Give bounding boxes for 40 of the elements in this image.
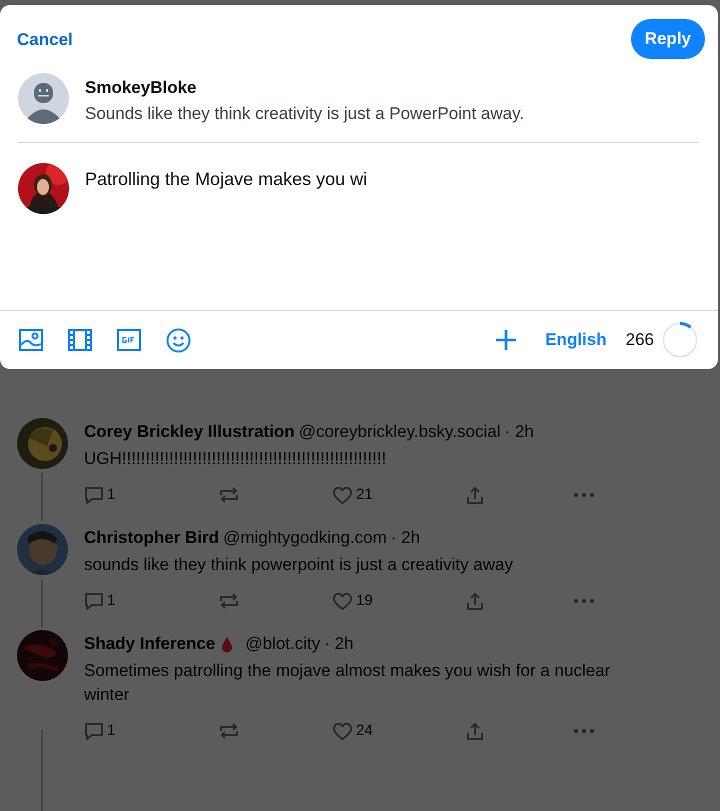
like-action[interactable]: 21 [332,484,466,506]
image-icon[interactable] [19,329,43,351]
author-name: Corey Brickley Illustration [84,421,295,443]
film-icon[interactable] [68,329,92,351]
add-icon[interactable] [495,329,518,351]
comment-icon [84,592,104,610]
author-name: Christopher Bird [84,527,220,549]
post-time: · 2h [504,421,534,443]
reply-action[interactable]: 1 [84,484,218,506]
emoji-icon[interactable] [166,328,191,352]
more-icon[interactable] [574,729,594,733]
post-time: · 2h [390,527,420,549]
heart-icon [332,592,353,610]
author-handle: @coreybrickley.bsky.social [298,421,500,443]
author-name: SmokeyBloke [85,77,198,99]
author-handle: @mightygodking.com [223,527,387,549]
comment-icon [84,722,104,740]
progress-ring [662,322,698,358]
author-name: Shady Inference [84,633,216,655]
reply-button[interactable]: Reply [630,19,705,58]
gif-icon[interactable] [117,329,141,351]
heart-icon [332,486,353,504]
like-action[interactable]: 19 [332,590,466,612]
reply-action[interactable]: 1 [84,720,218,742]
character-count: 266 [626,329,654,352]
post-text: Sometimes patrolling the mojave almost makes you wish for a nuclear winter [84,660,612,706]
author-handle: @blot.city [245,633,320,655]
post-text: sounds like they think powerpoint is just a creativity away [84,554,514,576]
cancel-button[interactable]: Cancel [17,27,73,52]
post-text: Sounds like they think creativity is just a PowerPoint away. [85,103,524,125]
comment-icon [84,486,104,504]
post-time: · 2h [324,633,354,655]
reply-action[interactable]: 1 [84,590,218,612]
like-action[interactable]: 24 [332,720,466,742]
more-icon[interactable] [574,599,594,603]
language-button[interactable]: English [545,327,607,353]
more-icon[interactable] [574,493,594,497]
heart-icon [332,722,353,740]
avatar-icon [18,73,69,124]
post-text: UGH!!!!!!!!!!!!!!!!!!!!!!!!!!!!!!!!!!!!!!!!!!!!!!!!!!!!!!!! [84,448,388,470]
